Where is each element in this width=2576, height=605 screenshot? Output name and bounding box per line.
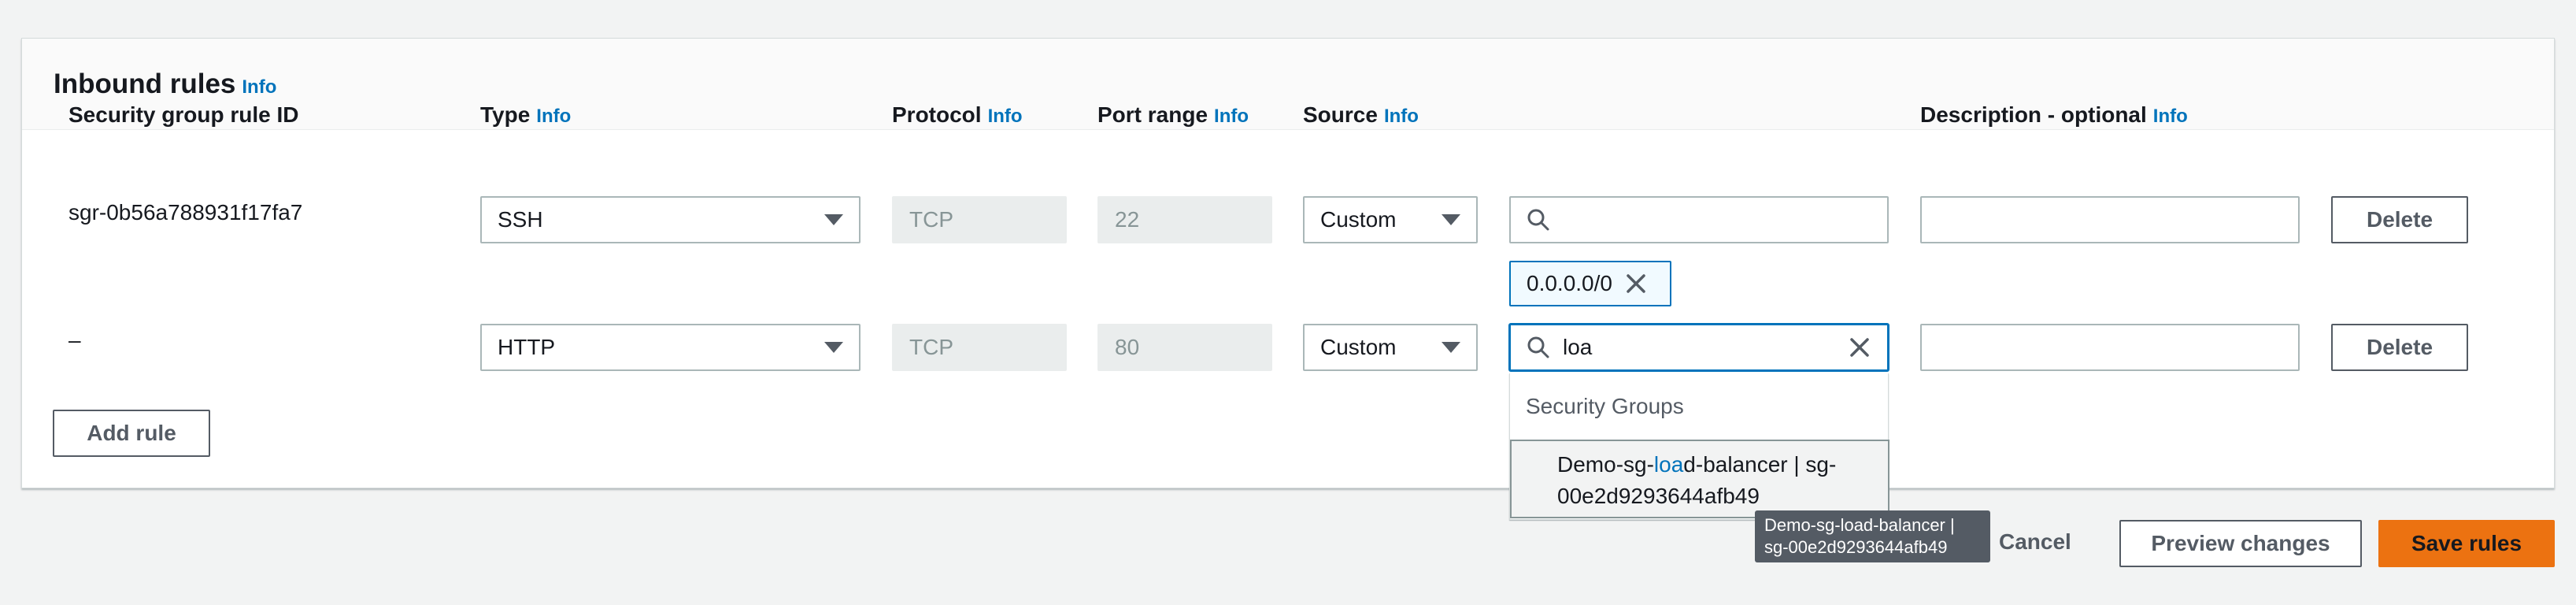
- tooltip-line2: sg-00e2d9293644afb49: [1764, 537, 1948, 557]
- source-type-select[interactable]: Custom: [1303, 324, 1478, 371]
- option-tooltip: Demo-sg-load-balancer | sg-00e2d9293644a…: [1755, 510, 1990, 562]
- description-info-link[interactable]: Info: [2153, 106, 2188, 127]
- description-input[interactable]: [1920, 324, 2300, 371]
- rule-id: sgr-0b56a788931f17fa7: [68, 200, 303, 225]
- column-header-rule-id: Security group rule ID: [68, 102, 299, 128]
- caret-down-icon: [824, 342, 843, 353]
- column-header-description-label: Description - optional: [1920, 102, 2147, 127]
- dropdown-option-security-group[interactable]: Demo-sg-load-balancer | sg- 00e2d9293644…: [1510, 440, 1889, 518]
- source-info-link[interactable]: Info: [1384, 106, 1419, 127]
- source-search-input[interactable]: [1509, 196, 1889, 243]
- type-select[interactable]: SSH: [480, 196, 861, 243]
- column-header-description: Description - optional Info: [1920, 102, 2188, 128]
- panel-title: Inbound rules Info: [54, 69, 276, 100]
- protocol-info-link[interactable]: Info: [988, 106, 1023, 127]
- dropdown-option-line1: Demo-sg-load-balancer | sg-: [1557, 449, 1872, 481]
- column-header-source-label: Source: [1303, 102, 1378, 127]
- column-header-port-range: Port range Info: [1097, 102, 1249, 128]
- source-type-select[interactable]: Custom: [1303, 196, 1478, 243]
- type-select-value: SSH: [498, 207, 543, 232]
- dropdown-group-label: Security Groups: [1526, 394, 1684, 418]
- column-header-rule-id-label: Security group rule ID: [68, 102, 299, 127]
- option-match-highlight: loa: [1653, 452, 1684, 477]
- source-suggestions-dropdown: Security Groups Demo-sg-load-balancer | …: [1509, 373, 1889, 520]
- caret-down-icon: [824, 214, 843, 225]
- caret-down-icon: [1442, 342, 1460, 353]
- port-range-field: 22: [1097, 196, 1272, 243]
- description-input[interactable]: [1920, 196, 2300, 243]
- column-header-protocol-label: Protocol: [892, 102, 982, 127]
- column-header-type: Type Info: [480, 102, 571, 128]
- column-header-type-label: Type: [480, 102, 531, 127]
- type-info-link[interactable]: Info: [536, 106, 571, 127]
- dropdown-option-line2: 00e2d9293644afb49: [1557, 484, 1760, 508]
- delete-rule-button[interactable]: Delete: [2331, 196, 2468, 243]
- port-range-field: 80: [1097, 324, 1272, 371]
- cancel-button[interactable]: Cancel: [1999, 529, 2071, 555]
- delete-rule-button[interactable]: Delete: [2331, 324, 2468, 371]
- clear-search-icon[interactable]: [1848, 336, 1871, 359]
- column-header-source: Source Info: [1303, 102, 1419, 128]
- protocol-field: TCP: [892, 324, 1067, 371]
- rule-id: –: [68, 328, 81, 352]
- column-header-protocol: Protocol Info: [892, 102, 1023, 128]
- search-icon: [1527, 209, 1549, 231]
- panel-info-link[interactable]: Info: [242, 76, 276, 98]
- search-icon: [1527, 336, 1549, 358]
- type-select[interactable]: HTTP: [480, 324, 861, 371]
- option-suffix: d-balancer | sg-: [1683, 452, 1837, 477]
- save-rules-button[interactable]: Save rules: [2378, 520, 2555, 567]
- source-type-value: Custom: [1320, 335, 1397, 359]
- type-select-value: HTTP: [498, 335, 556, 359]
- add-rule-button[interactable]: Add rule: [53, 410, 210, 457]
- caret-down-icon: [1442, 214, 1460, 225]
- panel-title-text: Inbound rules: [54, 69, 236, 99]
- port-range-info-link[interactable]: Info: [1214, 106, 1249, 127]
- source-token-label: 0.0.0.0/0: [1527, 271, 1612, 295]
- source-search-value: loa: [1563, 335, 1593, 359]
- option-prefix: Demo-sg-: [1557, 452, 1654, 477]
- column-header-port-range-label: Port range: [1097, 102, 1208, 127]
- remove-token-icon[interactable]: [1625, 273, 1647, 295]
- preview-changes-button[interactable]: Preview changes: [2119, 520, 2362, 567]
- source-type-value: Custom: [1320, 207, 1397, 232]
- source-search-input[interactable]: loa: [1509, 324, 1889, 371]
- tooltip-line1: Demo-sg-load-balancer |: [1764, 515, 1955, 535]
- source-token: 0.0.0.0/0: [1509, 261, 1671, 306]
- protocol-field: TCP: [892, 196, 1067, 243]
